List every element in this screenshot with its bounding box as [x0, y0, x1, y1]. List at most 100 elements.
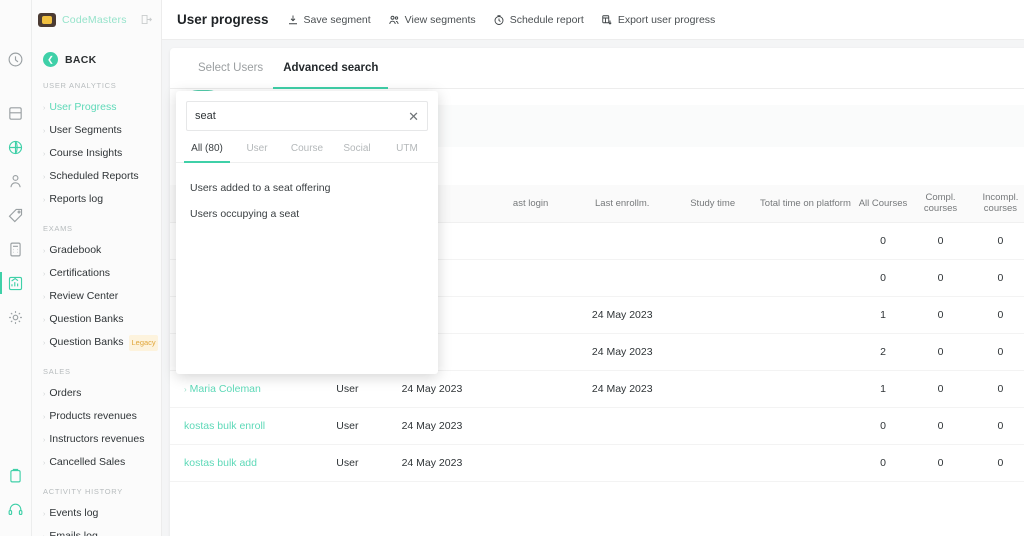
clock-icon[interactable]: [1, 44, 31, 74]
cell-last-enrollment: 24 May 2023: [575, 370, 670, 408]
back-button[interactable]: ❮ BACK: [32, 40, 161, 81]
chevron-right-icon: ›: [43, 104, 46, 112]
sidebar-item-scheduled-reports[interactable]: › Scheduled Reports: [32, 165, 161, 188]
headset-icon[interactable]: [1, 494, 31, 524]
cell-total-time: [756, 222, 855, 260]
filter-search-box[interactable]: ✕: [186, 101, 428, 131]
save-segment-button[interactable]: Save segment: [287, 14, 371, 26]
dropdown-tab-utm[interactable]: UTM: [382, 139, 432, 162]
user-name-label: Maria Coleman: [189, 383, 261, 395]
cell-type: User: [316, 444, 378, 482]
tab-advanced-search[interactable]: Advanced search: [273, 58, 389, 89]
cell-all-courses: 0: [854, 222, 912, 260]
sidebar-item-gradebook[interactable]: › Gradebook: [32, 239, 161, 262]
chart-icon[interactable]: [0, 268, 31, 298]
cell-all-courses: 0: [854, 444, 912, 482]
sidebar-item-reports-log[interactable]: › Reports log: [32, 188, 161, 211]
sidebar-item-orders[interactable]: › Orders: [32, 382, 161, 405]
cell-study-time: [669, 370, 757, 408]
globe-icon[interactable]: [1, 132, 31, 162]
search-input[interactable]: [195, 110, 403, 122]
dropdown-result-item[interactable]: Users added to a seat offering: [176, 175, 438, 201]
users-icon: [388, 14, 400, 26]
cell-user-name[interactable]: › Maria Coleman: [170, 370, 317, 408]
chevron-right-icon: ›: [43, 173, 46, 181]
dropdown-tab-social[interactable]: Social: [332, 139, 382, 162]
sidebar-item-label: Scheduled Reports: [49, 169, 139, 182]
col-total-time-on-platform[interactable]: Total time on platform: [756, 185, 855, 223]
cell-total-time: [756, 333, 855, 371]
cell-last-enrollment: [575, 407, 670, 445]
cell-completed-courses: 0: [911, 407, 970, 445]
sidebar-item-cancelled-sales[interactable]: › Cancelled Sales: [32, 451, 161, 474]
cell-incomplete-courses: 0: [969, 407, 1024, 445]
col-incomplete-courses[interactable]: Incompl. courses: [969, 185, 1024, 223]
cell-study-time: [669, 444, 757, 482]
logout-icon[interactable]: [140, 13, 153, 26]
tag-icon[interactable]: [1, 200, 31, 230]
cell-user-name[interactable]: kostas bulk enroll: [170, 407, 317, 445]
col-last-enrollment[interactable]: Last enrollm.: [575, 185, 670, 223]
view-segments-button[interactable]: View segments: [388, 14, 476, 26]
sidebar-nav: USER ANALYTICS › User Progress › User Segmen…: [32, 81, 161, 536]
sidebar-item-question-banks[interactable]: › Question Banks Legacy: [32, 331, 161, 354]
dropdown-tab-user[interactable]: User: [232, 139, 282, 162]
col-all-courses[interactable]: All Courses: [854, 185, 912, 223]
clipboard-icon[interactable]: [1, 460, 31, 490]
cell-completed-courses: 0: [911, 370, 970, 408]
cell-type: User: [316, 407, 378, 445]
chevron-right-icon: ›: [43, 247, 46, 255]
dropdown-tab-all-80-[interactable]: All (80): [182, 139, 232, 163]
cell-last-login: [485, 296, 576, 334]
sidebar-item-review-center[interactable]: › Review Center: [32, 285, 161, 308]
table-row[interactable]: kostas bulk addUser24 May 20230000: [170, 444, 1024, 482]
export-user-progress-button[interactable]: Export user progress: [601, 14, 715, 26]
sidebar-item-label: Gradebook: [49, 243, 102, 256]
cell-study-time: [669, 259, 757, 297]
table-row[interactable]: › Maria Coleman User 24 May 2023 24 May 2023…: [170, 370, 1024, 408]
sidebar-item-emails-log[interactable]: › Emails log: [32, 525, 161, 536]
sidebar-item-user-progress[interactable]: › User Progress: [32, 96, 161, 119]
cell-total-time: [756, 407, 855, 445]
table-row[interactable]: kostas bulk enrollUser24 May 20230000: [170, 407, 1024, 445]
col-last-login[interactable]: ast login: [485, 185, 576, 223]
col-study-time[interactable]: Study time: [669, 185, 757, 223]
sidebar-item-course-insights[interactable]: › Course Insights: [32, 142, 161, 165]
sidebar-item-label: Course Insights: [49, 146, 123, 159]
sidebar-item-certifications[interactable]: › Certifications: [32, 262, 161, 285]
sidebar-item-label: Products revenues: [49, 409, 137, 422]
dropdown-tab-course[interactable]: Course: [282, 139, 332, 162]
person-icon[interactable]: [1, 166, 31, 196]
chevron-right-icon: ›: [43, 530, 45, 536]
brand[interactable]: CodeMasters: [32, 0, 161, 40]
col-completed-courses[interactable]: Compl. courses: [911, 185, 970, 223]
tab-select-users[interactable]: Select Users: [188, 58, 273, 88]
calculator-icon[interactable]: [1, 234, 31, 264]
cell-user-name[interactable]: kostas bulk add: [170, 444, 317, 482]
book-icon[interactable]: [1, 98, 31, 128]
cell-last-login: [485, 222, 576, 260]
export-icon: [601, 14, 613, 26]
gear-icon[interactable]: [1, 302, 31, 332]
close-icon[interactable]: ✕: [402, 110, 419, 123]
sidebar-item-events-log[interactable]: › Events log: [32, 502, 161, 525]
icon-rail: [0, 0, 32, 536]
sidebar-item-instructors-revenues[interactable]: › Instructors revenues: [32, 428, 161, 451]
cell-last-login: [485, 259, 576, 297]
brand-name: CodeMasters: [62, 14, 127, 26]
sidebar-item-question-banks[interactable]: › Question Banks: [32, 308, 161, 331]
cell-last-enrollment: 24 May 2023: [575, 333, 670, 371]
sidebar-item-label: Events log: [49, 506, 99, 519]
main-area: User progress Save segment View segments…: [162, 0, 1024, 536]
cell-incomplete-courses: 0: [969, 333, 1024, 371]
cell-total-time: [756, 444, 855, 482]
schedule-report-button[interactable]: Schedule report: [493, 14, 584, 26]
schedule-report-label: Schedule report: [509, 13, 584, 26]
sidebar-item-label: Certifications: [49, 266, 111, 279]
chevron-right-icon[interactable]: ›: [184, 385, 187, 394]
sidebar-item-user-segments[interactable]: › User Segments: [32, 119, 161, 142]
cell-study-time: [669, 407, 757, 445]
dropdown-result-item[interactable]: Users occupying a seat: [176, 201, 438, 227]
sidebar-item-products-revenues[interactable]: › Products revenues: [32, 405, 161, 428]
cell-registration: 24 May 2023: [377, 370, 486, 408]
